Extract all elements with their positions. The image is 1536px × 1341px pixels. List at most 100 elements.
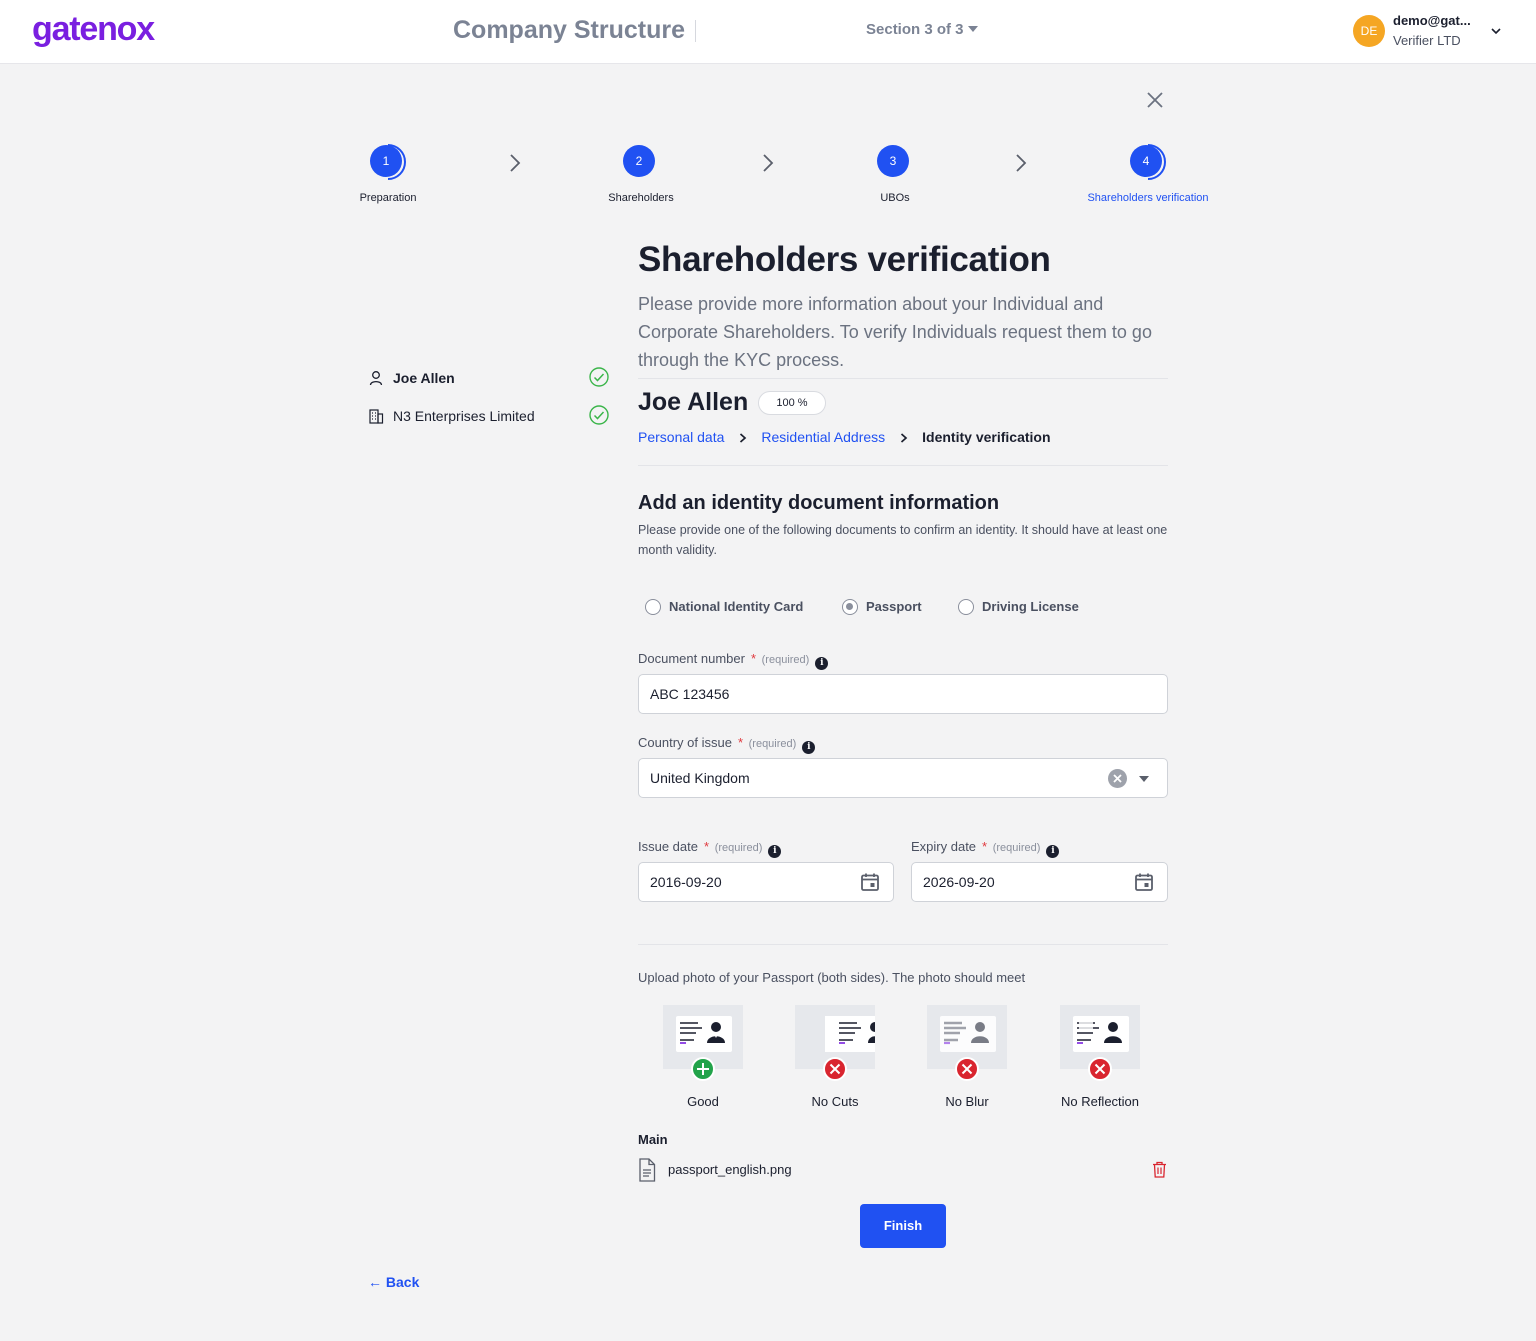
upload-section-label: Main	[638, 1132, 668, 1147]
page-intro: Please provide more information about yo…	[638, 294, 1152, 370]
section-selector[interactable]: Section 3 of 3	[866, 21, 978, 38]
radio-label: Passport	[866, 599, 922, 614]
required-star: *	[982, 839, 988, 854]
issue-date-value: 2016-09-20	[650, 874, 722, 890]
user-organization: Verifier LTD	[1393, 33, 1461, 48]
sidebar-item-n3-enterprises[interactable]: N3 Enterprises Limited	[368, 404, 610, 428]
rule-caption: No Reflection	[1060, 1094, 1140, 1109]
field-label-text: Issue date	[638, 839, 698, 854]
progress-ring-icon	[1147, 144, 1166, 180]
progress-badge: 100 %	[758, 391, 826, 415]
check-circle-icon	[589, 367, 609, 387]
step-indicator: 2	[621, 143, 661, 183]
breadcrumb-residential-address[interactable]: Residential Address	[761, 429, 885, 445]
finish-button[interactable]: Finish	[860, 1204, 946, 1248]
photo-rule-no-reflection: No Reflection	[1058, 1005, 1142, 1109]
calendar-icon[interactable]	[1134, 872, 1154, 892]
info-icon[interactable]: i	[815, 657, 829, 670]
breadcrumb: Personal data Residential Address Identity…	[638, 429, 1051, 445]
calendar-icon[interactable]	[860, 872, 880, 892]
step-shareholders-verification[interactable]: 4 Shareholders verification	[1068, 143, 1228, 204]
back-link[interactable]: ← Back	[368, 1274, 419, 1290]
document-number-field[interactable]: ABC 123456	[638, 674, 1168, 714]
id-card-illustration	[795, 1005, 882, 1081]
plus-icon	[691, 1057, 715, 1081]
radio-button[interactable]	[645, 599, 661, 615]
gatenox-logo[interactable]: gatenox	[32, 10, 155, 49]
dropdown-arrow-icon[interactable]	[1139, 776, 1149, 782]
id-card-icon	[1073, 1016, 1129, 1052]
field-label-text: Country of issue	[638, 735, 732, 750]
country-of-issue-select[interactable]: United Kingdom	[638, 758, 1168, 798]
info-icon[interactable]: i	[768, 845, 782, 858]
step-label: Preparation	[359, 192, 417, 204]
divider	[638, 465, 1168, 466]
id-card-icon	[825, 1016, 882, 1052]
expiry-date-field[interactable]: 2026-09-20	[911, 862, 1168, 902]
check-circle-icon	[589, 405, 609, 425]
id-card-illustration	[927, 1005, 1007, 1081]
x-icon	[823, 1057, 847, 1081]
radio-button-selected[interactable]	[842, 599, 858, 615]
step-preparation[interactable]: 1 Preparation	[308, 143, 468, 204]
person-icon	[369, 371, 383, 386]
rule-caption: No Blur	[945, 1094, 989, 1109]
step-number: 3	[877, 145, 909, 177]
avatar[interactable]: DE	[1353, 15, 1385, 47]
id-card-icon	[676, 1016, 732, 1052]
radio-national-identity-card[interactable]: National Identity Card	[645, 599, 803, 615]
photo-rule-no-cuts: No Cuts	[793, 1005, 882, 1109]
required-hint: (required)	[748, 738, 797, 750]
step-indicator: 3	[875, 143, 915, 183]
issue-date-field[interactable]: 2016-09-20	[638, 862, 894, 902]
close-icon[interactable]	[1146, 91, 1164, 109]
step-indicator: 4	[1128, 143, 1168, 183]
step-label: Shareholders	[608, 192, 674, 204]
step-number: 2	[623, 145, 655, 177]
rule-caption: Good	[687, 1094, 719, 1109]
required-hint: (required)	[714, 842, 763, 854]
id-card-illustration	[1060, 1005, 1140, 1081]
identity-section-title: Add an identity document information	[638, 492, 1000, 514]
section-label: Section 3 of 3	[866, 21, 964, 38]
chevron-right-icon	[763, 154, 774, 172]
radio-passport[interactable]: Passport	[842, 599, 922, 615]
chevron-right-icon	[901, 433, 908, 443]
required-star: *	[704, 839, 710, 854]
clear-icon[interactable]	[1108, 769, 1127, 788]
country-of-issue-label: Country of issue * (required) i	[638, 735, 816, 754]
chevron-right-icon	[510, 154, 521, 172]
breadcrumb-identity-verification: Identity verification	[922, 429, 1051, 445]
sidebar-item-joe-allen[interactable]: Joe Allen	[368, 366, 610, 390]
expiry-date-label: Expiry date * (required) i	[911, 839, 1060, 858]
file-icon	[639, 1158, 656, 1182]
country-value: United Kingdom	[650, 770, 750, 786]
main-content: Shareholders verification Please provide…	[638, 240, 1168, 374]
info-icon[interactable]: i	[1046, 845, 1060, 858]
required-star: *	[737, 735, 743, 750]
divider	[638, 378, 1168, 379]
sidebar-item-label: Joe Allen	[393, 370, 455, 386]
radio-button[interactable]	[958, 599, 974, 615]
step-ubos[interactable]: 3 UBOs	[815, 143, 975, 204]
step-label: Shareholders verification	[1087, 192, 1209, 204]
chevron-down-icon[interactable]	[1489, 24, 1503, 38]
radio-driving-license[interactable]: Driving License	[958, 599, 1079, 615]
user-email: demo@gat...	[1393, 13, 1471, 28]
page-title: Shareholders verification	[638, 240, 1051, 279]
step-shareholders[interactable]: 2 Shareholders	[561, 143, 721, 204]
sidebar-item-label: N3 Enterprises Limited	[393, 408, 535, 424]
progress-ring-icon	[387, 144, 406, 180]
chevron-right-icon	[1016, 154, 1027, 172]
x-icon	[955, 1057, 979, 1081]
breadcrumb-personal-data[interactable]: Personal data	[638, 429, 724, 445]
info-icon[interactable]: i	[802, 741, 816, 754]
step-indicator: 1	[368, 143, 408, 183]
uploaded-file-name: passport_english.png	[668, 1162, 792, 1177]
upload-instruction: Upload photo of your Passport (both side…	[638, 970, 1026, 985]
caret-down-icon	[967, 26, 978, 32]
trash-icon[interactable]	[1152, 1161, 1167, 1178]
building-icon	[369, 409, 384, 424]
issue-date-label: Issue date * (required) i	[638, 839, 782, 858]
step-label: UBOs	[880, 192, 910, 204]
